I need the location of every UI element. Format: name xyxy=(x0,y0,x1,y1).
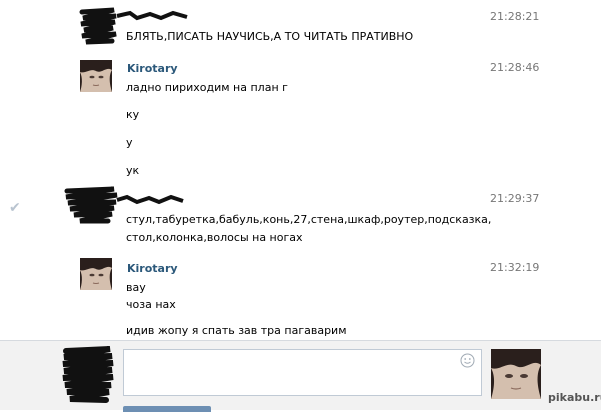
smile-icon[interactable] xyxy=(460,353,475,368)
recipient-avatar[interactable] xyxy=(491,349,541,399)
message-text: ку xyxy=(126,108,140,121)
author-name[interactable]: Kirotary xyxy=(127,262,178,275)
message-text: стол,колонка,волосы на ногах xyxy=(126,231,303,244)
author-name[interactable]: Kirotary xyxy=(127,62,178,75)
message-text: стул,табуретка,бабуль,конь,27,стена,шкаф… xyxy=(126,213,492,226)
message: Kirotary 21:28:46 ладно пириходим на пла… xyxy=(0,60,601,190)
message-text: у xyxy=(126,136,133,149)
watermark: pikabu.ru xyxy=(548,391,601,404)
message-time: 21:29:37 xyxy=(490,192,540,205)
message-time: 21:28:46 xyxy=(490,61,540,74)
message-text: идив жопу я спать зав тра пагаварим xyxy=(126,324,347,337)
message-text: ук xyxy=(126,164,140,177)
message: 21:28:21 БЛЯТЬ,ПИСАТЬ НАУЧИСЬ,А ТО ЧИТАТ… xyxy=(0,0,601,60)
message-text: БЛЯТЬ,ПИСАТЬ НАУЧИСЬ,А ТО ЧИТАТЬ ПРАТИВН… xyxy=(126,30,414,43)
redacted-author-name xyxy=(116,10,188,21)
message-text: чоза нах xyxy=(126,298,176,311)
message-input[interactable] xyxy=(123,349,482,396)
redacted-my-avatar xyxy=(62,346,114,403)
message-time: 21:28:21 xyxy=(490,10,540,23)
redacted-avatar xyxy=(79,7,117,45)
message-composer: pikabu.ru xyxy=(0,340,601,412)
redacted-avatar xyxy=(64,186,118,224)
avatar[interactable] xyxy=(80,258,112,290)
chat-history[interactable]: 21:28:21 БЛЯТЬ,ПИСАТЬ НАУЧИСЬ,А ТО ЧИТАТ… xyxy=(0,0,601,340)
avatar[interactable] xyxy=(80,60,112,92)
message-text: вау xyxy=(126,281,146,294)
message: Kirotary 21:32:19 вау чоза нах идив жопу… xyxy=(0,258,601,340)
message-text: ладно пириходим на план г xyxy=(126,81,288,94)
message-time: 21:32:19 xyxy=(490,261,540,274)
redacted-author-name xyxy=(116,194,184,205)
message: 21:29:37 стул,табуретка,бабуль,конь,27,с… xyxy=(0,185,601,255)
send-button[interactable] xyxy=(123,406,211,412)
